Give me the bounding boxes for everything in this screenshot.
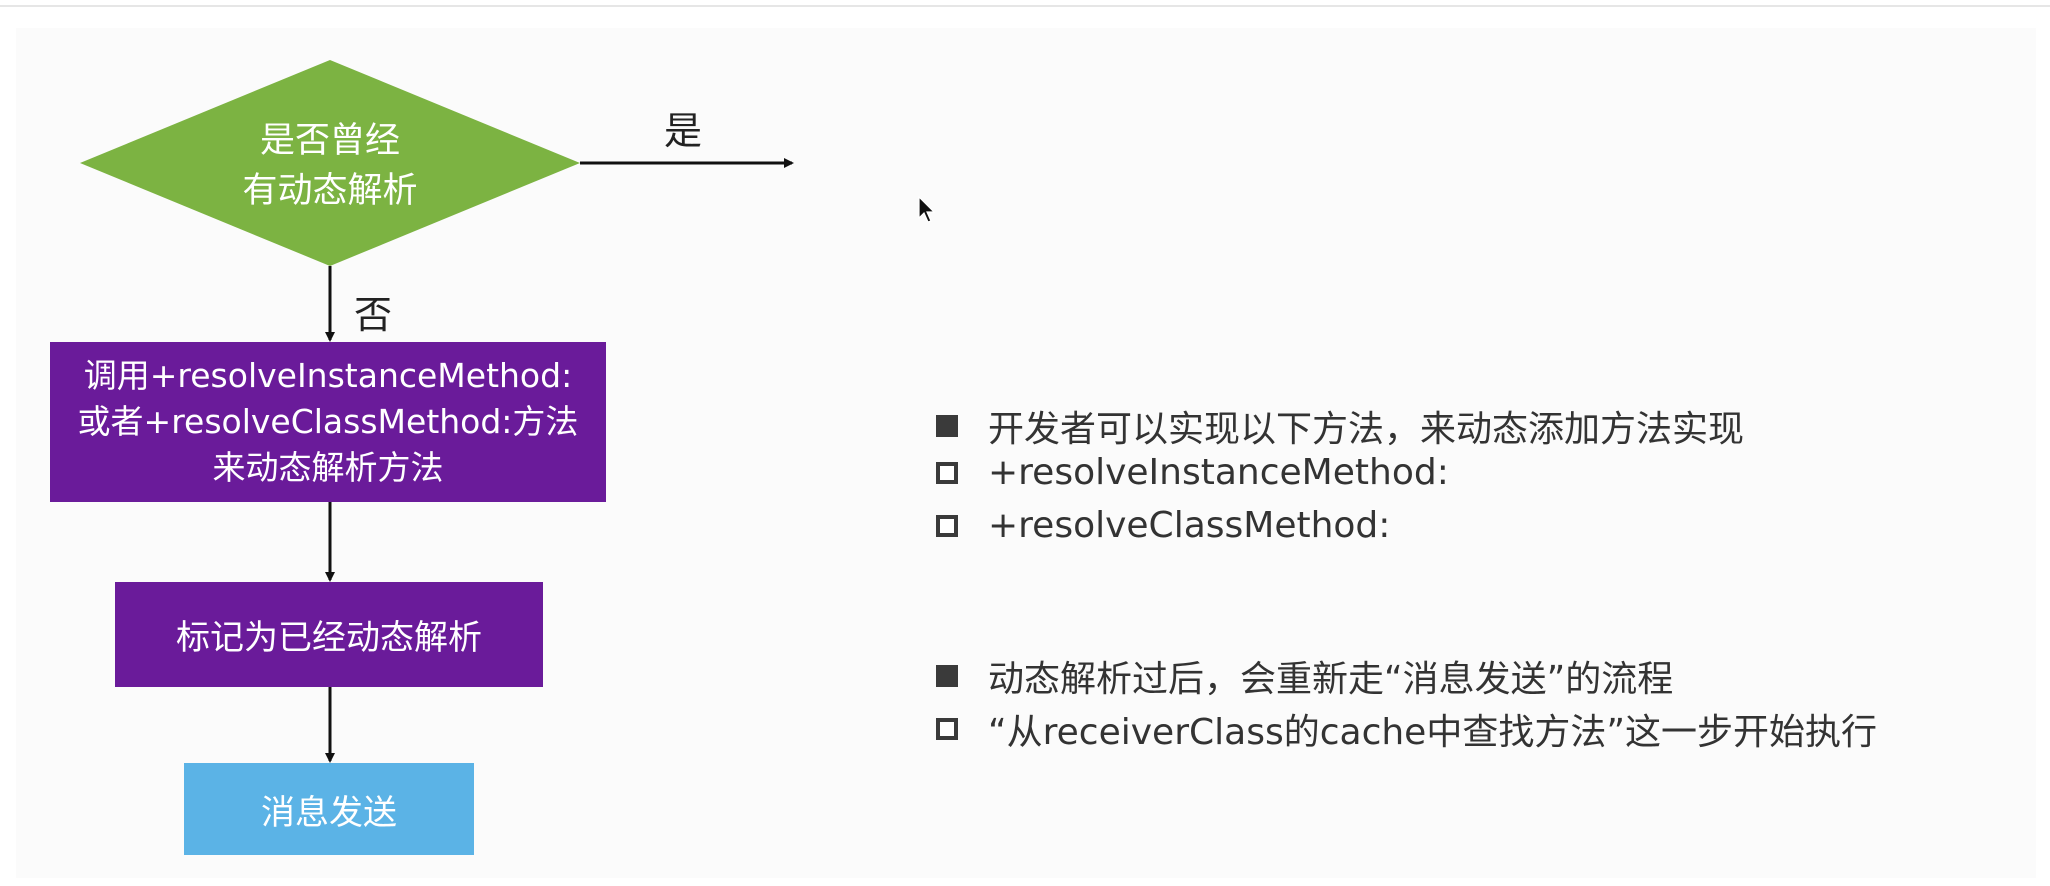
message-send-step: 消息发送: [184, 763, 474, 855]
yes-branch-label: 是: [664, 109, 703, 153]
hollow-square-bullet-icon: [936, 461, 958, 484]
no-branch-label: 否: [354, 293, 393, 337]
mark-step-label: 标记为已经动态解析: [176, 618, 482, 658]
note-text: 动态解析过后，会重新走“消息发送”的流程: [988, 659, 1674, 700]
filled-square-bullet-icon: [936, 665, 958, 687]
note-item: “从receiverClass的cache中查找方法”这一步开始执行: [936, 703, 1877, 755]
note-item: +resolveInstanceMethod:: [936, 452, 1449, 493]
note-text: 开发者可以实现以下方法，来动态添加方法实现: [988, 409, 1745, 450]
decision-line-1: 是否曾经: [259, 121, 400, 161]
hollow-square-bullet-icon: [936, 718, 958, 740]
note-item: 开发者可以实现以下方法，来动态添加方法实现: [936, 400, 1744, 452]
send-step-label: 消息发送: [261, 792, 397, 833]
note-text: +resolveClassMethod:: [988, 505, 1391, 546]
hollow-square-bullet-icon: [936, 514, 958, 537]
mouse-pointer-icon: [918, 196, 936, 223]
resolve-step-line-3: 来动态解析方法: [212, 448, 444, 487]
decision-label: 是否曾经 有动态解析: [190, 116, 470, 216]
filled-square-bullet-icon: [936, 415, 958, 437]
note-item: 动态解析过后，会重新走“消息发送”的流程: [936, 650, 1673, 702]
resolve-step-line-2: 或者+resolveClassMethod:方法: [77, 402, 579, 441]
note-item: +resolveClassMethod:: [936, 505, 1390, 546]
note-text: “从receiverClass的cache中查找方法”这一步开始执行: [988, 712, 1877, 753]
resolve-method-step: 调用+resolveInstanceMethod: 或者+resolveClas…: [50, 342, 606, 502]
mark-resolved-step: 标记为已经动态解析: [115, 582, 543, 687]
resolve-step-line-1: 调用+resolveInstanceMethod:: [83, 356, 573, 395]
note-text: +resolveInstanceMethod:: [988, 452, 1449, 493]
decision-line-2: 有动态解析: [242, 171, 418, 211]
